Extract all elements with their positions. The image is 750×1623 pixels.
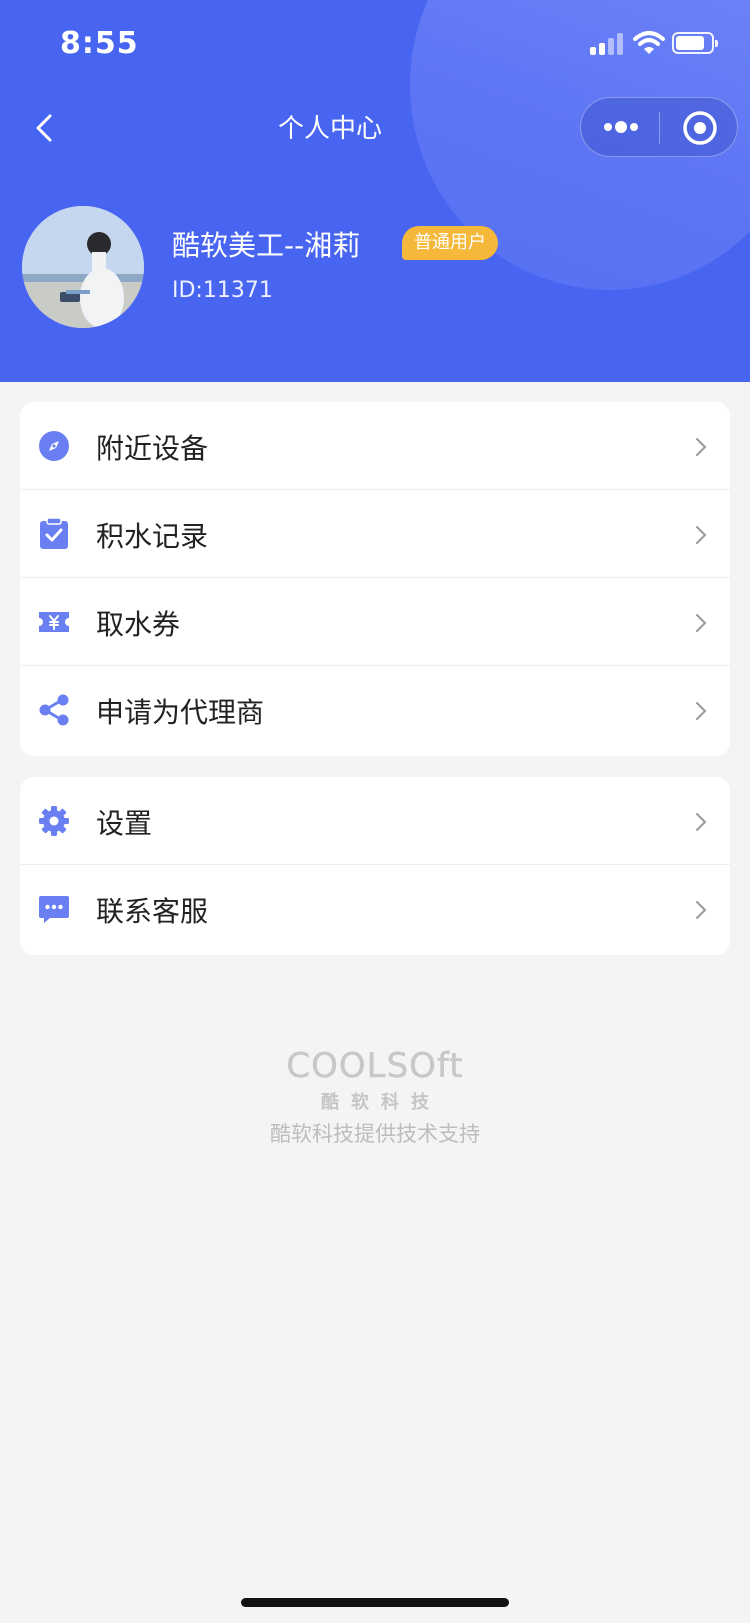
footer-branding: COOLSOft 酷软科技 酷软科技提供技术支持 — [0, 1046, 750, 1148]
wifi-icon — [633, 31, 665, 54]
menu-item-water-coupon[interactable]: 取水券 — [20, 578, 730, 666]
coolsoft-logo: COOLSOft — [286, 1046, 464, 1087]
menu-item-nearby-devices[interactable]: 附近设备 — [20, 402, 730, 490]
capsule-divider — [659, 112, 660, 144]
home-indicator — [241, 1598, 509, 1607]
clipboard-check-icon — [40, 518, 68, 549]
chat-icon — [39, 896, 69, 923]
user-name: 酷软美工--湘莉 — [172, 229, 361, 262]
share-icon — [39, 694, 69, 726]
menu-item-apply-agent[interactable]: 申请为代理商 — [20, 666, 730, 754]
status-time: 8:55 — [60, 26, 139, 61]
chevron-right-icon — [696, 614, 707, 632]
chevron-right-icon — [696, 813, 707, 831]
menu-label: 申请为代理商 — [96, 696, 265, 729]
menu-label: 设置 — [96, 807, 153, 840]
menu-label: 附近设备 — [96, 432, 209, 465]
compass-icon — [39, 431, 69, 461]
ticket-yen-icon — [39, 612, 69, 632]
chevron-right-icon — [696, 702, 707, 720]
avatar-photo — [22, 206, 144, 328]
menu-card-secondary: 设置 联系客服 — [20, 777, 730, 955]
battery-icon — [672, 32, 718, 54]
menu-item-records[interactable]: 积水记录 — [20, 490, 730, 578]
avatar[interactable] — [22, 206, 144, 328]
menu-item-customer-service[interactable]: 联系客服 — [20, 865, 730, 953]
menu-label: 联系客服 — [96, 895, 209, 928]
menu-label: 取水券 — [96, 608, 181, 641]
mini-program-capsule — [580, 97, 738, 157]
more-icon[interactable] — [601, 112, 641, 142]
coolsoft-logo-subtitle: 酷软科技 — [321, 1092, 441, 1113]
close-target-icon[interactable] — [681, 109, 719, 147]
chevron-right-icon — [696, 438, 707, 456]
menu-label: 积水记录 — [96, 520, 209, 553]
chevron-right-icon — [696, 526, 707, 544]
cellular-signal-icon — [590, 33, 626, 55]
chevron-right-icon — [696, 901, 707, 919]
tech-support-text: 酷软科技提供技术支持 — [270, 1122, 480, 1146]
menu-item-settings[interactable]: 设置 — [20, 777, 730, 865]
menu-card-primary: 附近设备 积水记录 取水券 申请为代理商 — [20, 402, 730, 756]
gear-icon — [39, 806, 69, 836]
status-bar: 8:55 — [0, 0, 750, 90]
page-title: 个人中心 — [277, 114, 382, 144]
user-level-badge: 普通用户 — [402, 226, 498, 260]
user-id: ID:11371 — [172, 278, 273, 303]
